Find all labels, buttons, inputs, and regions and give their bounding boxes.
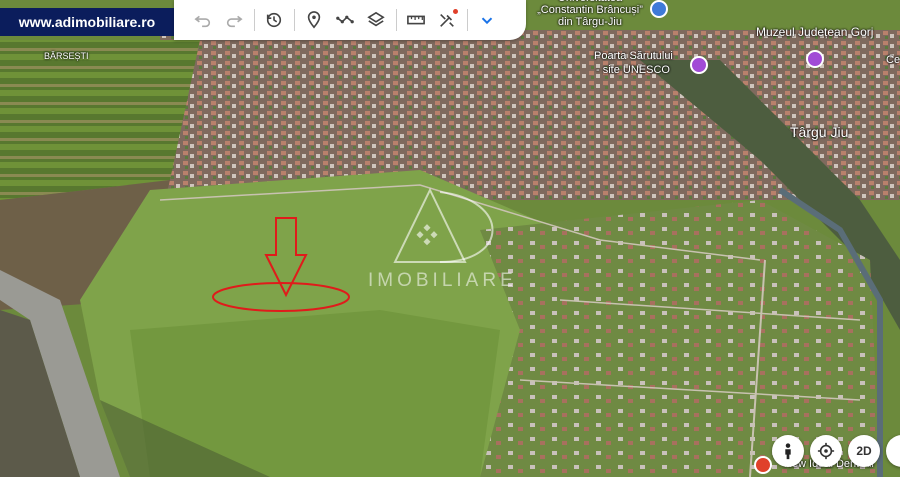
label-barsesti[interactable]: BĂRSEȘTI [44, 51, 89, 61]
chevron-down-icon [481, 17, 493, 25]
my-location-button[interactable] [810, 435, 842, 467]
poi-muzeul-pin[interactable] [806, 50, 824, 68]
redo-icon [226, 15, 243, 28]
history-button[interactable] [259, 5, 289, 35]
redo-button[interactable] [219, 5, 249, 35]
map-toolbar [174, 0, 526, 40]
satellite-map[interactable] [0, 0, 900, 477]
measure-button[interactable] [401, 5, 431, 35]
ruler-icon [407, 15, 425, 25]
pin-icon [307, 11, 321, 29]
poi-university-pin[interactable] [650, 0, 668, 18]
poi-dent-pin[interactable] [754, 456, 772, 474]
site-url-banner: www.adimobiliare.ro [0, 8, 174, 36]
pegman-icon [785, 443, 791, 460]
poi-poarta-pin[interactable] [690, 56, 708, 74]
history-icon [266, 12, 282, 28]
path-icon [336, 15, 354, 24]
undo-button[interactable] [188, 5, 218, 35]
add-path-button[interactable] [330, 5, 360, 35]
toolbar-divider [294, 9, 295, 31]
more-button[interactable] [472, 5, 502, 35]
label-poarta-line2[interactable]: - site UNESCO [596, 64, 670, 76]
toolbar-divider [254, 9, 255, 31]
layers-icon [367, 11, 385, 27]
watermark-brand: IMOBILIARE [368, 270, 517, 291]
label-city-edge[interactable]: Ce [886, 54, 900, 66]
label-poarta-line1[interactable]: Poarta Sărutului [594, 50, 673, 62]
add-placemark-button[interactable] [299, 5, 329, 35]
label-university[interactable]: Universitatea „Constantin Brâncuși” din … [530, 0, 650, 28]
tools-button[interactable] [432, 5, 462, 35]
undo-icon [194, 15, 211, 28]
layers-button[interactable] [361, 5, 391, 35]
notification-dot [453, 9, 458, 14]
label-targu-jiu[interactable]: Târgu Jiu [790, 124, 848, 140]
view-2d-button[interactable]: 2D [848, 435, 880, 467]
toolbar-divider [396, 9, 397, 31]
street-view-button[interactable] [772, 435, 804, 467]
label-muzeul[interactable]: Muzeul Județean Gorj [756, 25, 873, 39]
toolbar-divider [467, 9, 468, 31]
crosshair-icon [817, 442, 835, 460]
